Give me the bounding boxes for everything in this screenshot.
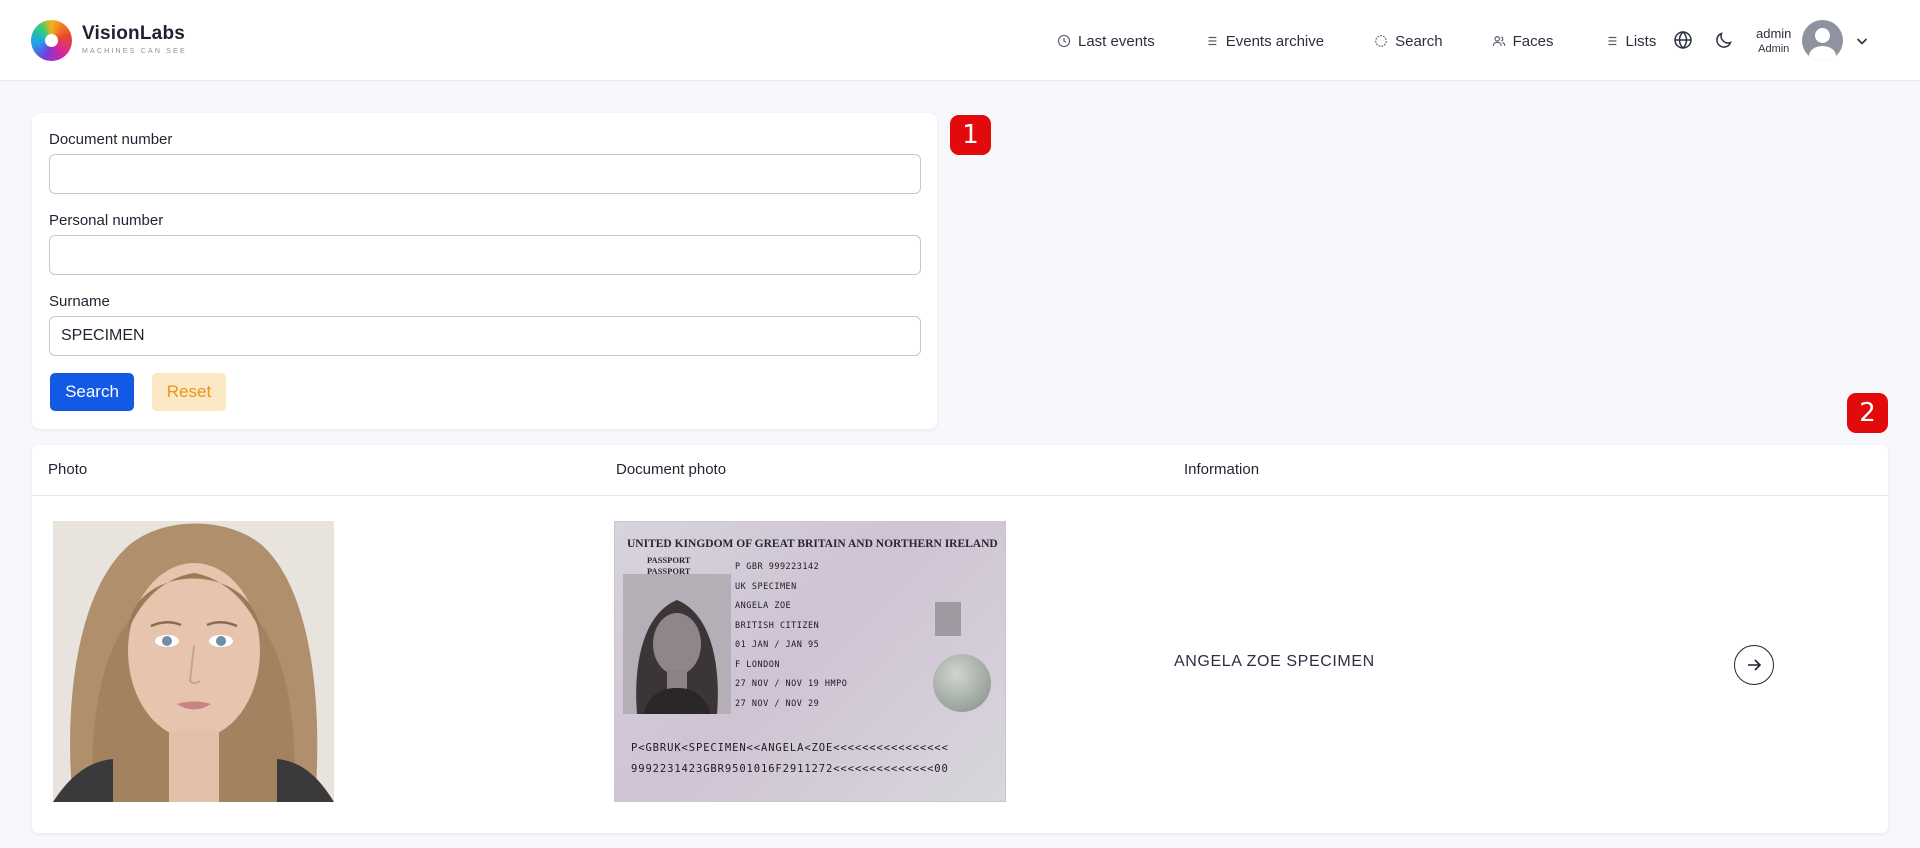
document-mrz-line-1: P<GBRUK<SPECIMEN<<ANGELA<ZOE<<<<<<<<<<<<… xyxy=(631,742,949,754)
search-form-card: Document number Personal number Surname … xyxy=(32,113,937,429)
personal-number-label: Personal number xyxy=(49,212,164,229)
face-photo[interactable] xyxy=(53,521,334,802)
document-title: UNITED KINGDOM OF GREAT BRITAIN AND NORT… xyxy=(627,538,998,550)
list-icon xyxy=(1204,33,1220,49)
reset-button[interactable]: Reset xyxy=(152,373,226,411)
nav-faces[interactable]: Faces xyxy=(1491,33,1554,50)
document-nationality: BRITISH CITIZEN xyxy=(735,621,820,631)
brand-name: VisionLabs xyxy=(82,23,186,44)
nav-search-label: Search xyxy=(1395,32,1443,50)
list-icon xyxy=(1604,33,1620,49)
personal-number-input[interactable] xyxy=(49,235,921,275)
document-number-input[interactable] xyxy=(49,154,921,194)
visionlabs-logo-icon xyxy=(31,20,72,61)
results-table: Photo Document photo Information UNITED … xyxy=(32,445,1888,833)
user-name: admin xyxy=(1756,25,1792,41)
document-surname: UK SPECIMEN xyxy=(735,582,797,592)
document-mrz-line-2: 9992231423GBR9501016F2911272<<<<<<<<<<<<… xyxy=(631,763,949,775)
annotation-badge-1: 1 xyxy=(950,115,991,155)
document-sex-place: F LONDON xyxy=(735,660,780,670)
document-type-field: P GBR 999223142 xyxy=(735,562,820,572)
app-header: VisionLabs MACHINES CAN SEE Last events … xyxy=(0,0,1920,81)
nav-faces-label: Faces xyxy=(1512,32,1554,50)
user-role: Admin xyxy=(1758,42,1790,55)
nav-events-archive[interactable]: Events archive xyxy=(1204,33,1324,50)
surname-label: Surname xyxy=(49,293,110,310)
column-header-information: Information xyxy=(1184,461,1260,478)
user-menu[interactable]: admin Admin xyxy=(1756,20,1869,61)
document-dob: 01 JAN / JAN 95 xyxy=(735,640,820,650)
document-type-line-1: PASSPORT xyxy=(647,555,691,565)
brand-tagline: MACHINES CAN SEE xyxy=(82,48,187,55)
nav-last-events-label: Last events xyxy=(1078,32,1155,50)
main-nav: Last events Events archive Search Faces … xyxy=(1056,28,1656,54)
nav-search[interactable]: Search xyxy=(1373,33,1443,50)
document-expiry: 27 NOV / NOV 29 xyxy=(735,699,820,709)
nav-lists-label: Lists xyxy=(1625,32,1657,50)
column-header-document-photo: Document photo xyxy=(616,461,727,478)
chevron-down-icon[interactable] xyxy=(1855,34,1869,48)
arrow-right-icon xyxy=(1748,659,1762,671)
document-number-label: Document number xyxy=(49,131,173,148)
face-photo-image xyxy=(53,521,334,802)
search-button[interactable]: Search xyxy=(50,373,134,411)
table-header: Photo Document photo Information xyxy=(32,445,1888,496)
users-icon xyxy=(1491,33,1507,49)
brand-logo[interactable]: VisionLabs MACHINES CAN SEE xyxy=(31,20,187,61)
nav-last-events[interactable]: Last events xyxy=(1056,33,1155,50)
search-target-icon xyxy=(1373,33,1389,49)
moon-icon[interactable] xyxy=(1713,29,1735,51)
document-given-names: ANGELA ZOE xyxy=(735,601,792,611)
avatar[interactable] xyxy=(1802,20,1844,61)
surname-input[interactable] xyxy=(49,316,921,356)
nav-lists[interactable]: Lists xyxy=(1604,32,1657,50)
document-issue: 27 NOV / NOV 19 HMPO xyxy=(735,679,848,689)
open-details-button[interactable] xyxy=(1734,645,1774,685)
column-header-photo: Photo xyxy=(48,461,88,478)
nav-events-archive-label: Events archive xyxy=(1225,32,1325,50)
clock-icon xyxy=(1056,33,1072,49)
annotation-badge-2: 2 xyxy=(1847,393,1888,433)
result-information: ANGELA ZOE SPECIMEN xyxy=(1174,653,1375,670)
document-photo[interactable]: UNITED KINGDOM OF GREAT BRITAIN AND NORT… xyxy=(614,521,1006,802)
globe-icon[interactable] xyxy=(1672,29,1694,51)
document-portrait xyxy=(623,574,731,714)
document-seal xyxy=(933,654,991,712)
document-secondary-photo xyxy=(935,602,961,636)
